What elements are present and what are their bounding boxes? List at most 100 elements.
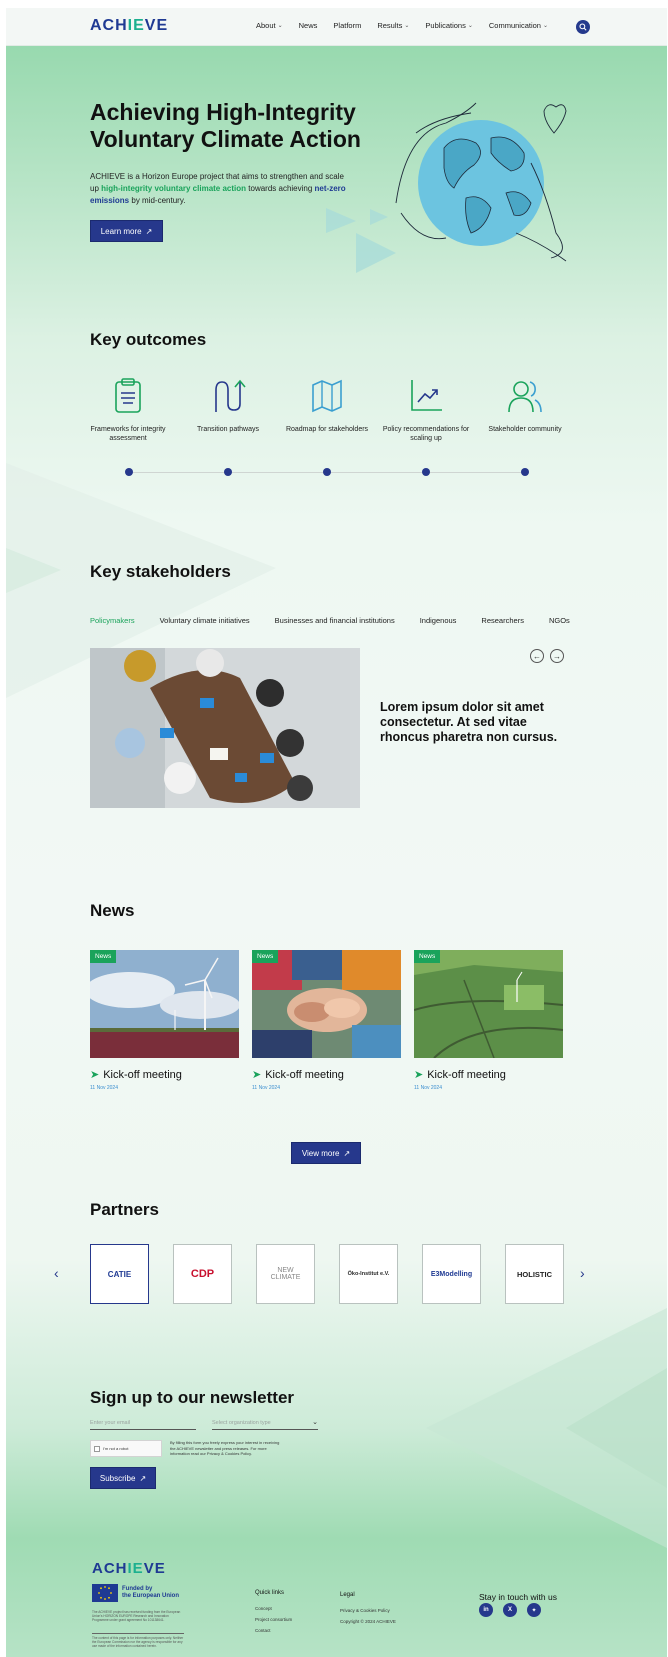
timeline-dot[interactable]	[323, 468, 331, 476]
partner-name: HOLISTIC	[517, 1269, 552, 1279]
timeline-dot[interactable]	[125, 468, 133, 476]
footer-logo[interactable]: ACHIEVE	[92, 1560, 166, 1577]
nav-news[interactable]: News	[299, 21, 318, 30]
partner-logo-holistic[interactable]: HOLISTIC	[505, 1244, 564, 1304]
tab-indigenous[interactable]: Indigenous	[420, 616, 457, 625]
subscribe-button[interactable]: Subscribe ↗	[90, 1467, 156, 1489]
tab-ngos[interactable]: NGOs	[549, 616, 570, 625]
nav-label: Platform	[333, 21, 362, 30]
tab-policymakers[interactable]: Policymakers	[90, 616, 135, 625]
timeline-dot[interactable]	[422, 468, 430, 476]
email-field[interactable]: Enter your email	[90, 1418, 196, 1430]
chevron-down-icon: ⌄	[312, 1419, 318, 1426]
news-date: 11 Nov 2024	[90, 1085, 118, 1091]
partner-logo-oeko-institut[interactable]: Öko-Institut e.V.	[339, 1244, 398, 1304]
outcome-label: Frameworks for integrity assessment	[90, 426, 166, 442]
hero-description: ACHIEVE is a Horizon Europe project that…	[90, 171, 350, 207]
partner-name: CATIE	[107, 1269, 132, 1279]
nav-about[interactable]: About ⌄	[256, 21, 283, 30]
search-icon	[579, 23, 587, 31]
logo-text-3: VE	[144, 17, 169, 34]
nav-results[interactable]: Results ⌄	[377, 21, 409, 30]
stakeholders-next-button[interactable]: →	[550, 649, 564, 663]
nav-platform[interactable]: Platform	[333, 21, 361, 30]
clipboard-icon	[115, 378, 141, 413]
map-icon	[312, 379, 342, 413]
social-title: Stay in touch with us	[479, 1592, 557, 1602]
learn-more-button[interactable]: Learn more ↗	[90, 220, 163, 242]
logo-text-2: IE	[127, 17, 145, 34]
wind-turbine-image	[90, 950, 239, 1058]
green-fields-image	[414, 950, 563, 1058]
nav-label: Communication	[488, 21, 541, 30]
arrow-left-icon: ←	[533, 651, 541, 661]
chart-growth-icon	[411, 380, 442, 411]
content-disclaimer: The content of this page is for informat…	[92, 1636, 184, 1649]
tab-researchers[interactable]: Researchers	[481, 616, 524, 625]
nav-label: Results	[377, 21, 403, 30]
copyright-text: Copyright © 2024 ACHIEVE	[340, 1619, 396, 1624]
arrow-up-right-icon: ↗	[145, 226, 153, 236]
footer-link-consortium[interactable]: Project consortium	[255, 1617, 292, 1622]
partners-prev-arrow[interactable]: ‹	[54, 1265, 59, 1281]
footer-link-privacy[interactable]: Privacy & Cookies Policy	[340, 1608, 390, 1613]
linkedin-icon[interactable]: in	[479, 1603, 493, 1617]
nav-label: Publications	[425, 21, 466, 30]
news-date: 11 Nov 2024	[414, 1085, 442, 1091]
news-card[interactable]: News ➤ Kick-off meeting 11 Nov 2024	[90, 950, 239, 1091]
stakeholders-prev-button[interactable]: ←	[530, 649, 544, 663]
partner-logo-cdp[interactable]: CDP	[173, 1244, 232, 1304]
chevron-right-icon: ➤	[90, 1069, 100, 1081]
partner-logo-e3modelling[interactable]: E3Modelling	[422, 1244, 481, 1304]
footer-link-concept[interactable]: Concept	[255, 1606, 272, 1611]
news-card-title: ➤ Kick-off meeting	[414, 1068, 563, 1082]
partners-next-arrow[interactable]: ›	[580, 1265, 585, 1281]
logo-text-3: VE	[143, 1560, 166, 1577]
outcome-label: Roadmap for stakeholders	[285, 426, 369, 433]
chevron-right-icon: ➤	[252, 1069, 262, 1081]
newsletter-title: Sign up to our newsletter	[90, 1388, 295, 1407]
tab-voluntary-climate-initiatives[interactable]: Voluntary climate initiatives	[160, 616, 250, 625]
outcome-item: Stakeholder community	[480, 376, 570, 434]
partners-title: Partners	[90, 1200, 159, 1219]
hero-text-part: by mid-century.	[129, 196, 186, 205]
x-icon[interactable]: X	[503, 1603, 517, 1617]
view-more-button[interactable]: View more ↗	[291, 1142, 361, 1164]
partner-name: NEW CLIMATE	[270, 1267, 301, 1281]
chevron-down-icon: ⌄	[277, 23, 283, 29]
timeline-dot[interactable]	[521, 468, 529, 476]
hero-text-part: towards achieving	[246, 184, 315, 193]
chevron-right-icon: ➤	[414, 1069, 424, 1081]
news-image: News	[252, 950, 401, 1058]
outcome-label: Transition pathways	[197, 426, 259, 433]
captcha-checkbox[interactable]	[94, 1445, 100, 1452]
button-label: Learn more	[100, 226, 142, 236]
newsletter-consent-text: By filling this form you freely express …	[170, 1440, 280, 1456]
nav-communication[interactable]: Communication ⌄	[489, 21, 548, 30]
recaptcha-widget[interactable]: I'm not a robot	[90, 1440, 162, 1457]
organization-type-select[interactable]: Select organization type ⌄	[212, 1418, 318, 1430]
footer-link-contact[interactable]: Contact	[255, 1628, 271, 1633]
search-button[interactable]	[576, 20, 590, 34]
arrow-up-right-icon: ↗	[139, 1473, 147, 1483]
bluesky-icon[interactable]: ✦	[527, 1603, 541, 1617]
nav-publications[interactable]: Publications ⌄	[425, 21, 472, 30]
key-stakeholders-title: Key stakeholders	[90, 562, 231, 581]
partner-logo-newclimate[interactable]: NEW CLIMATE	[256, 1244, 315, 1304]
news-card[interactable]: News ➤ Kick-off meeting 11 Nov 2024	[252, 950, 401, 1091]
funding-disclaimer: The ACHIEVE project has received funding…	[92, 1610, 181, 1623]
news-title: News	[90, 901, 135, 920]
logo[interactable]: ACHIEVE	[90, 17, 168, 35]
meeting-table-image	[90, 648, 360, 808]
eu-funding-text: Funded by the European Union	[122, 1586, 179, 1600]
partner-logo-catie[interactable]: CATIE	[90, 1244, 149, 1304]
tab-businesses[interactable]: Businesses and financial institutions	[275, 616, 395, 625]
legal-title: Legal	[340, 1592, 355, 1598]
news-badge: News	[252, 950, 279, 963]
eu-funding-badge: Funded by the European Union	[92, 1584, 179, 1602]
news-card[interactable]: News ➤ Kick-off meeting 11 Nov 2024	[414, 950, 563, 1091]
timeline-dot[interactable]	[224, 468, 232, 476]
hands-together-image	[252, 950, 401, 1058]
site-header: ACHIEVE About ⌄ News Platform Results ⌄ Pu…	[6, 8, 667, 46]
email-placeholder: Enter your email	[90, 1420, 131, 1426]
